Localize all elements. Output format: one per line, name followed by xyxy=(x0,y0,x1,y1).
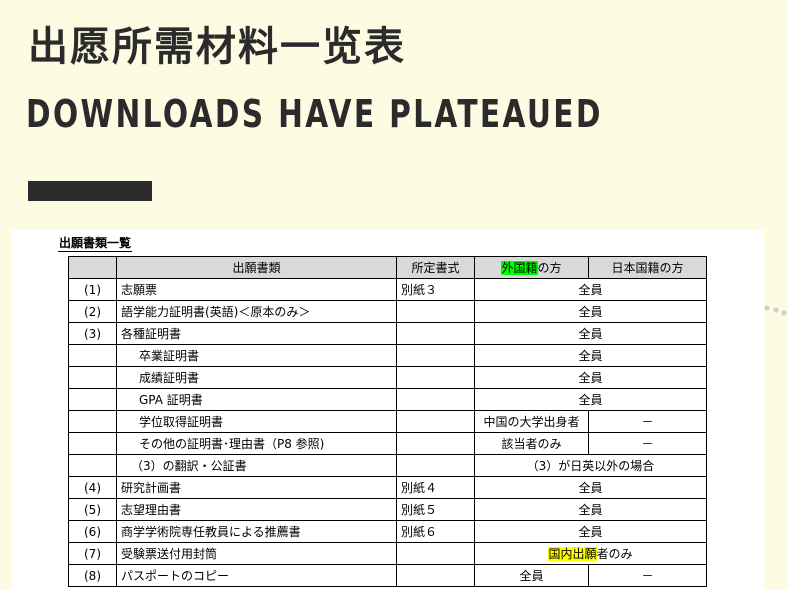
row-japanese: － xyxy=(588,564,707,587)
row-num xyxy=(68,366,117,389)
header-documents: 出願書類 xyxy=(116,256,397,279)
row-name: 学位取得証明書 xyxy=(116,410,397,433)
header-foreign-rest: の方 xyxy=(537,260,562,275)
row-num: (7) xyxy=(68,542,117,565)
row-form xyxy=(396,366,475,389)
table-row: (5) 志望理由書 別紙５ 全員 xyxy=(68,498,707,521)
row-name: 研究計画書 xyxy=(116,476,397,499)
row-num xyxy=(68,454,117,477)
row-num xyxy=(68,388,117,411)
table-row: (2) 語学能力証明書(英語)＜原本のみ＞ 全員 xyxy=(68,300,707,323)
page-subtitle: DOWNLOADS HAVE PLATEAUED xyxy=(26,92,603,136)
table-row: GPA 証明書 全員 xyxy=(68,388,707,411)
row-num: (1) xyxy=(68,278,117,301)
document-title: 出願書類一覧 xyxy=(58,236,133,252)
row-target: 全員 xyxy=(474,300,707,323)
table-row: (6) 商学学術院専任教員による推薦書 別紙６ 全員 xyxy=(68,520,707,543)
table-row: 卒業証明書 全員 xyxy=(68,344,707,367)
row-name: 受験票送付用封筒 xyxy=(116,542,397,565)
row-form xyxy=(396,454,475,477)
row-japanese: － xyxy=(588,410,707,433)
row-name: GPA 証明書 xyxy=(116,388,397,411)
row-form: 別紙４ xyxy=(396,476,475,499)
table-row: (8) パスポートのコピー 全員 － xyxy=(68,564,707,587)
row-name: 卒業証明書 xyxy=(116,344,397,367)
row-name: 各種証明書 xyxy=(116,322,397,345)
row-name: パスポートのコピー xyxy=(116,564,397,587)
row-name: 成績証明書 xyxy=(116,366,397,389)
row-target: 全員 xyxy=(474,476,707,499)
row-num: (2) xyxy=(68,300,117,323)
row-form xyxy=(396,322,475,345)
row-form: 別紙６ xyxy=(396,520,475,543)
row-target: 全員 xyxy=(474,366,707,389)
table-row: （3）の翻訳・公証書 （3）が日英以外の場合 xyxy=(68,454,707,477)
row-num: (8) xyxy=(68,564,117,587)
table-row: その他の証明書･理由書（P8 参照) 該当者のみ － xyxy=(68,432,707,455)
row-form xyxy=(396,542,475,565)
row-name: その他の証明書･理由書（P8 参照) xyxy=(116,432,397,455)
row-num xyxy=(68,432,117,455)
row-form xyxy=(396,564,475,587)
row-target: 全員 xyxy=(474,388,707,411)
row-foreign: 全員 xyxy=(474,564,589,587)
row-num: (3) xyxy=(68,322,117,345)
document-image: 出願書類一覧 出願書類 所定書式 外国籍の方 日本国籍の方 (1) 志願票 別紙… xyxy=(12,230,764,590)
table-row: (3) 各種証明書 全員 xyxy=(68,322,707,345)
row-num: (6) xyxy=(68,520,117,543)
row-target: 全員 xyxy=(474,278,707,301)
table-row: 成績証明書 全員 xyxy=(68,366,707,389)
row-name: 志望理由書 xyxy=(116,498,397,521)
row-target: 全員 xyxy=(474,322,707,345)
row-target: 全員 xyxy=(474,498,707,521)
row-form xyxy=(396,388,475,411)
header-form: 所定書式 xyxy=(396,256,475,279)
table-row: 学位取得証明書 中国の大学出身者 － xyxy=(68,410,707,433)
header-num xyxy=(68,256,117,279)
decorative-bar xyxy=(28,181,152,201)
row-target: 国内出願者のみ xyxy=(474,542,707,565)
row-target-rest: 者のみ xyxy=(596,546,633,561)
row-num: (5) xyxy=(68,498,117,521)
row-num xyxy=(68,410,117,433)
row-target: （3）が日英以外の場合 xyxy=(474,454,707,477)
row-num: (4) xyxy=(68,476,117,499)
row-form xyxy=(396,300,475,323)
table-header-row: 出願書類 所定書式 外国籍の方 日本国籍の方 xyxy=(68,256,707,279)
application-documents-table: 出願書類 所定書式 外国籍の方 日本国籍の方 (1) 志願票 別紙３ 全員 (2… xyxy=(68,256,707,587)
row-name: 語学能力証明書(英語)＜原本のみ＞ xyxy=(116,300,397,323)
row-name: （3）の翻訳・公証書 xyxy=(116,454,397,477)
row-form xyxy=(396,410,475,433)
row-target: 全員 xyxy=(474,344,707,367)
row-japanese: － xyxy=(588,432,707,455)
row-foreign: 中国の大学出身者 xyxy=(474,410,589,433)
row-target: 全員 xyxy=(474,520,707,543)
header-foreign: 外国籍の方 xyxy=(474,256,589,279)
row-form xyxy=(396,344,475,367)
row-form xyxy=(396,432,475,455)
row-num xyxy=(68,344,117,367)
page-title: 出愿所需材料一览表 xyxy=(28,24,406,70)
row-name: 志願票 xyxy=(116,278,397,301)
header-foreign-highlight: 外国籍 xyxy=(501,260,538,275)
row-name: 商学学術院専任教員による推薦書 xyxy=(116,520,397,543)
row-form: 別紙５ xyxy=(396,498,475,521)
table-row: (1) 志願票 別紙３ 全員 xyxy=(68,278,707,301)
table-row: (4) 研究計画書 別紙４ 全員 xyxy=(68,476,707,499)
row-form: 別紙３ xyxy=(396,278,475,301)
table-row: (7) 受験票送付用封筒 国内出願者のみ xyxy=(68,542,707,565)
row-target-highlight: 国内出願 xyxy=(548,546,597,561)
row-foreign: 該当者のみ xyxy=(474,432,589,455)
header-japanese: 日本国籍の方 xyxy=(588,256,707,279)
